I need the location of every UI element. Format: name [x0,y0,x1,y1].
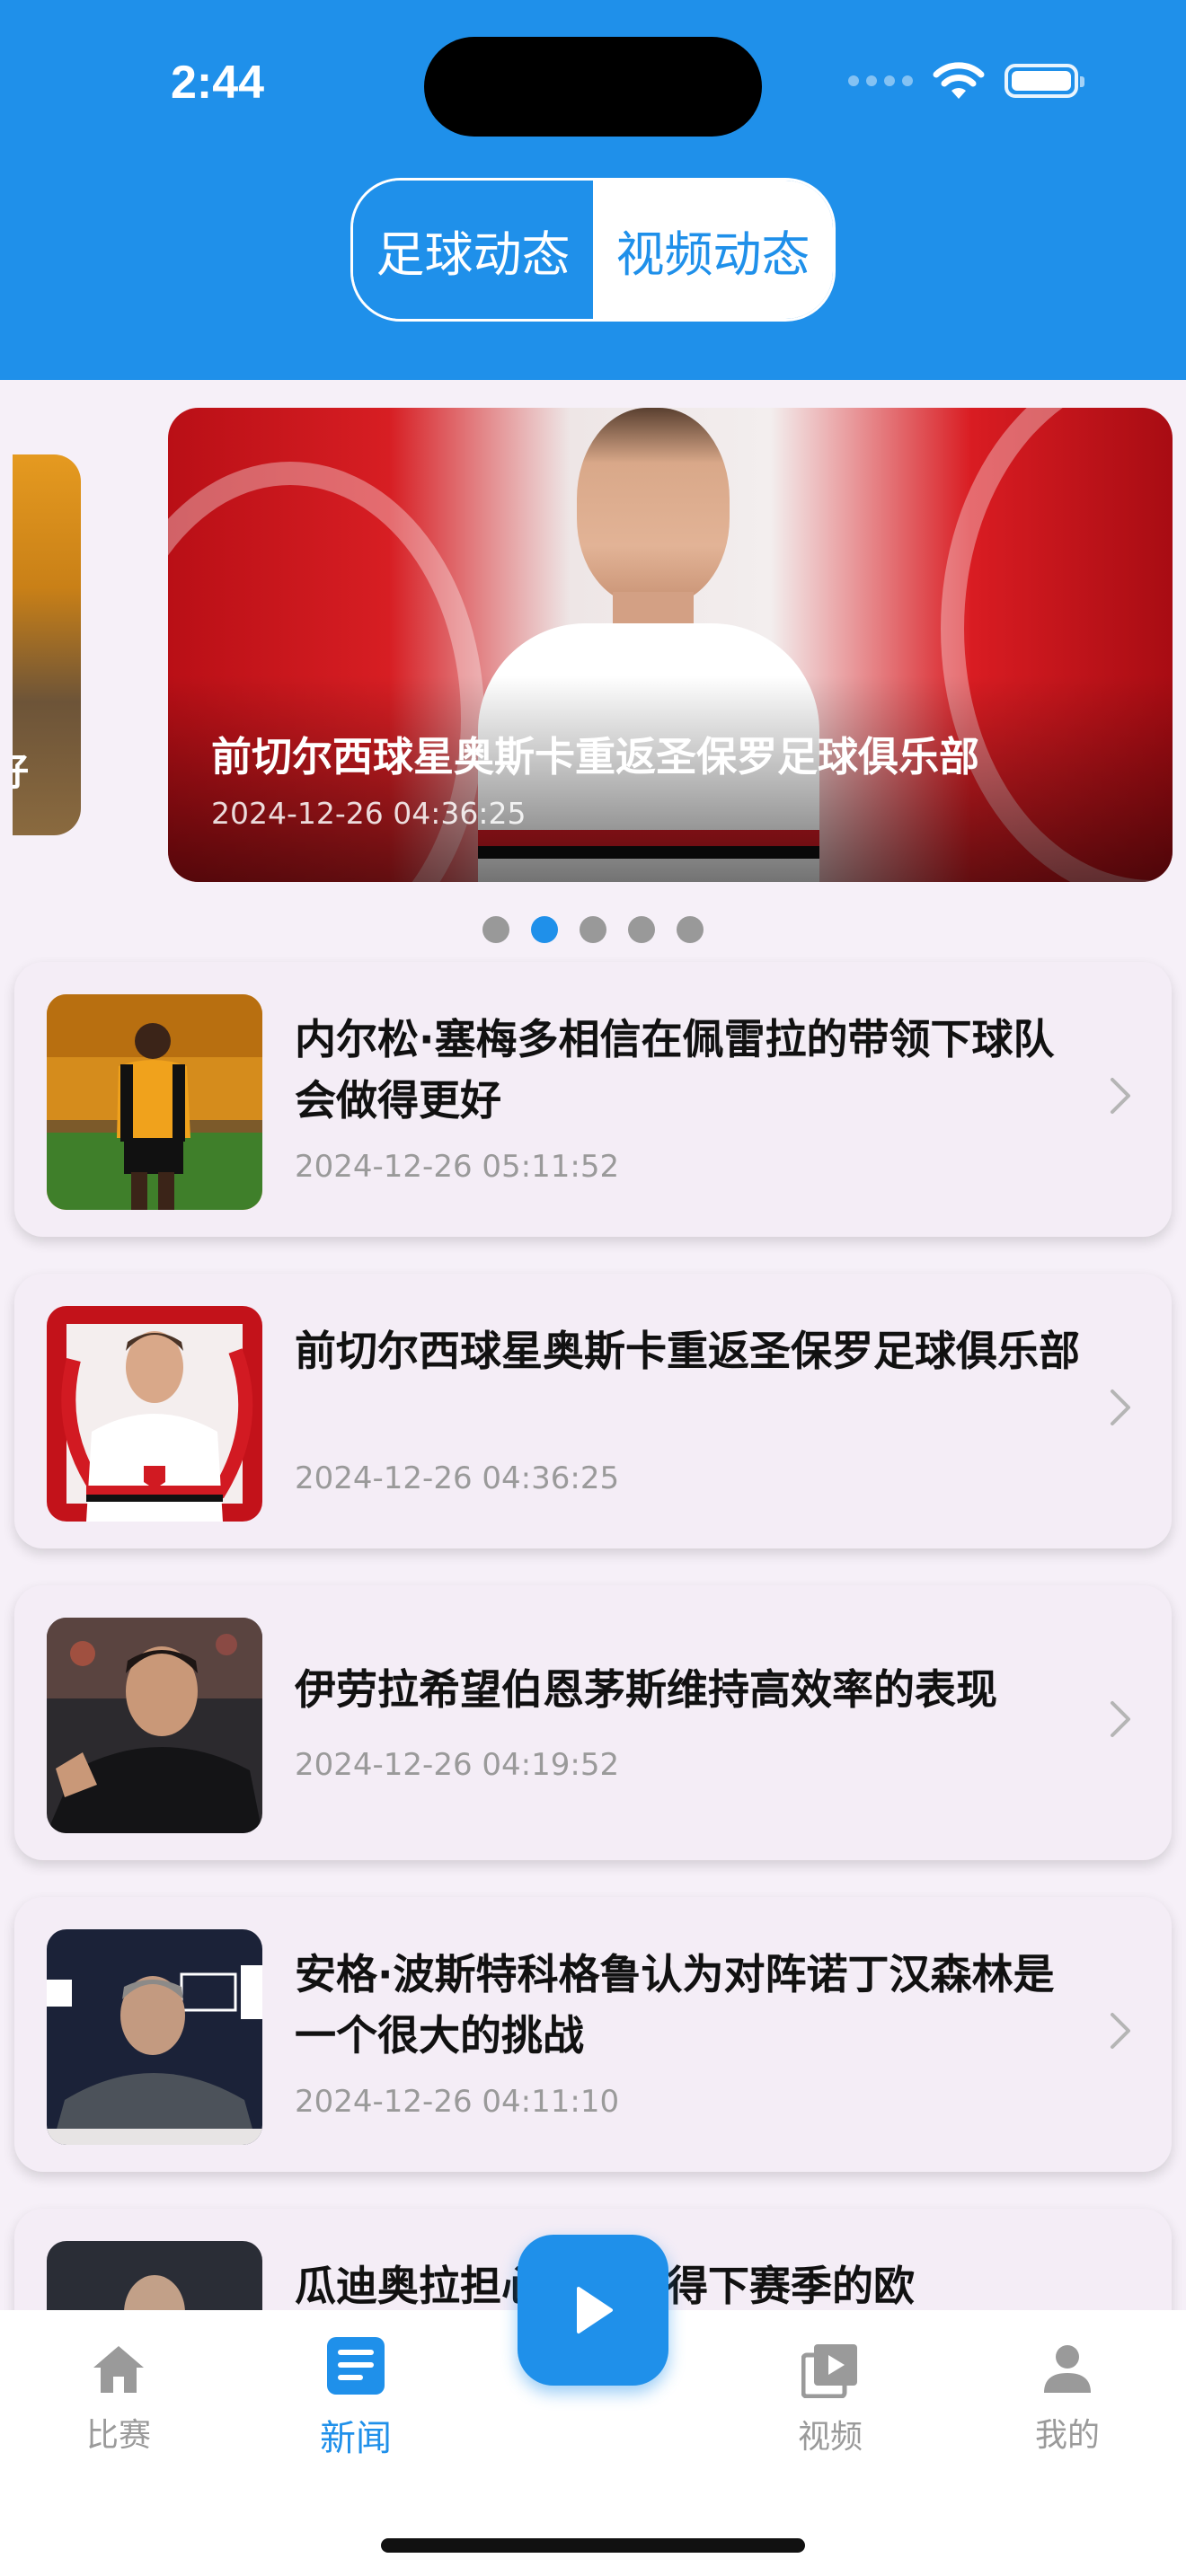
signal-icon [848,75,913,86]
tab-video[interactable]: 视频 [758,2342,902,2457]
news-time: 2024-12-26 04:19:52 [295,1747,620,1783]
manager-photo-icon [47,1618,262,1833]
chevron-right-icon [1111,1701,1130,1737]
news-item[interactable]: 内尔松·塞梅多相信在佩雷拉的带领下球队会做得更好 2024-12-26 05:1… [14,962,1172,1237]
tab-match-label: 比赛 [85,2417,151,2454]
news-title: 安格·波斯特科格鲁认为对阵诺丁汉森林是一个很大的挑战 [295,1950,1055,2060]
segment-football-news[interactable]: 足球动态 [353,181,593,319]
tab-profile-label: 我的 [1034,2417,1100,2454]
carousel-page-indicator [0,916,1186,943]
tab-news-label: 新闻 [320,2418,392,2459]
status-time: 2:44 [171,57,265,109]
home-indicator[interactable] [381,2538,805,2553]
previous-banner-card[interactable]: 好 [13,454,81,835]
chevron-right-icon [1111,2013,1130,2049]
news-item[interactable]: 安格·波斯特科格鲁认为对阵诺丁汉森林是一个很大的挑战 2024-12-26 04… [14,1897,1172,2172]
oscar-spfc-photo-icon [47,1306,262,1522]
news-title: 伊劳拉希望伯恩茅斯维持高效率的表现 [295,1665,997,1714]
chevron-right-icon [1111,1389,1130,1425]
banner-title: 前切尔西球星奥斯卡重返圣保罗足球俱乐部 [211,733,980,781]
banner-time: 2024-12-26 04:36:25 [211,796,527,831]
news-item[interactable]: 前切尔西球星奥斯卡重返圣保罗足球俱乐部 2024-12-26 04:36:25 [14,1274,1172,1548]
tab-news[interactable]: 新闻 [284,2335,428,2461]
segmented-control: 足球动态 视频动态 [350,178,836,322]
battery-icon [1005,64,1084,98]
header: 2:44 足球动态 视频动态 [0,0,1186,380]
press-conference-photo-icon [47,1929,262,2145]
banner-carousel[interactable]: 好 前切尔西球星奥斯卡重返圣保罗足球俱乐部 2024-12-26 04:36:2… [0,404,1186,889]
news-item[interactable]: 伊劳拉希望伯恩茅斯维持高效率的表现 2024-12-26 04:19:52 [14,1585,1172,1860]
segment-video-news[interactable]: 视频动态 [593,181,833,319]
play-fab-button[interactable] [518,2235,668,2386]
tab-video-label: 视频 [797,2419,863,2456]
chevron-right-icon [1111,1078,1130,1114]
news-title: 前切尔西球星奥斯卡重返圣保罗足球俱乐部 [295,1327,1080,1375]
page-dot[interactable] [628,916,655,943]
play-icon [577,2287,613,2333]
previous-banner-text: 好 [13,742,29,797]
page-dot[interactable] [482,916,509,943]
tab-profile[interactable]: 我的 [996,2342,1139,2456]
news-time: 2024-12-26 04:36:25 [295,1460,620,1496]
banner-card[interactable]: 前切尔西球星奥斯卡重返圣保罗足球俱乐部 2024-12-26 04:36:25 [168,408,1173,882]
tab-match[interactable]: 比赛 [47,2342,190,2456]
person-icon [1044,2345,1091,2393]
dynamic-island [424,37,762,137]
page-dot[interactable] [677,916,704,943]
page-dot-active[interactable] [531,916,558,943]
news-time: 2024-12-26 04:11:10 [295,2084,620,2120]
news-title: 瓜迪奥拉担心无法获得下赛季的欧 [295,2255,1085,2316]
page-dot[interactable] [580,916,606,943]
news-title: 内尔松·塞梅多相信在佩雷拉的带领下球队会做得更好 [295,1015,1055,1125]
home-icon [93,2346,144,2393]
wifi-icon [933,62,985,99]
news-time: 2024-12-26 05:11:52 [295,1149,620,1185]
news-icon [327,2337,385,2395]
video-library-icon [801,2344,857,2398]
status-icons [848,61,1084,101]
wolves-player-photo-icon [47,994,262,1210]
